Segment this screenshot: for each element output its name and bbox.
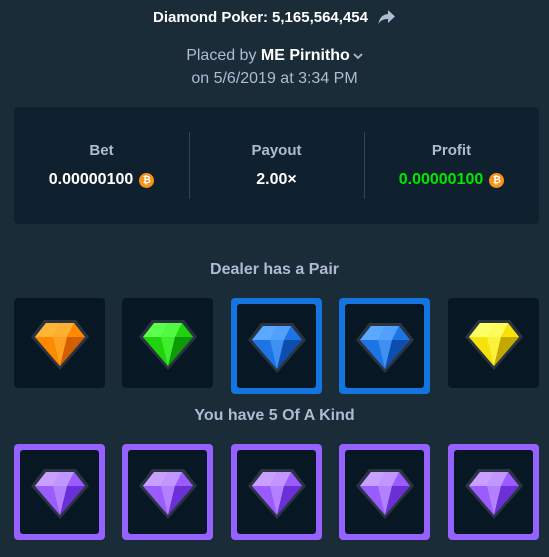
bitcoin-icon: ₿ xyxy=(139,172,155,188)
bet-value: 0.00000100 xyxy=(48,171,134,188)
purple-gem-icon xyxy=(30,469,89,519)
dealer-card-4[interactable] xyxy=(339,298,430,394)
card-inner xyxy=(237,304,316,388)
player-card-1[interactable] xyxy=(14,444,105,540)
dealer-card-2[interactable] xyxy=(122,298,213,388)
purple-gem-icon xyxy=(355,469,414,519)
profit-amount: 0.00000100 ₿ xyxy=(399,171,505,189)
blue-gem-icon xyxy=(355,323,414,373)
dealer-card-3[interactable] xyxy=(231,298,322,394)
blue-gem-icon xyxy=(247,323,306,373)
payout-label: Payout xyxy=(251,142,302,159)
card-inner xyxy=(20,450,99,534)
player-hand-title: You have 5 Of A Kind xyxy=(194,407,355,424)
bet-label: Bet xyxy=(89,142,114,159)
profit-label: Profit xyxy=(431,142,472,159)
share-icon[interactable] xyxy=(378,9,396,25)
bet-id: 5,165,564,454 xyxy=(272,8,368,26)
payout-stat: Payout 2.00× xyxy=(189,107,364,224)
placed-by: Placed by ME Pirnitho xyxy=(0,47,549,65)
player-card-5[interactable] xyxy=(448,444,539,540)
stats-panel: Bet 0.00000100 ₿ Payout 2.00× Profit 0.0… xyxy=(14,107,539,224)
game-name: Diamond Poker: xyxy=(153,8,269,26)
profit-stat: Profit 0.00000100 ₿ xyxy=(364,107,539,224)
bet-stat: Bet 0.00000100 ₿ xyxy=(14,107,189,224)
card-inner xyxy=(345,450,424,534)
player-card-4[interactable] xyxy=(339,444,430,540)
dealer-card-5[interactable] xyxy=(448,298,539,388)
chevron-down-icon[interactable] xyxy=(353,52,363,60)
purple-gem-icon xyxy=(138,469,197,519)
placed-by-prefix: Placed by xyxy=(186,47,257,64)
player-card-3[interactable] xyxy=(231,444,322,540)
user-name-link[interactable]: ME Pirnitho xyxy=(261,47,350,64)
profit-value: 0.00000100 xyxy=(398,171,484,188)
green-gem-icon xyxy=(138,320,197,370)
card-inner xyxy=(345,304,424,388)
player-card-2[interactable] xyxy=(122,444,213,540)
bet-amount: 0.00000100 ₿ xyxy=(49,171,155,189)
orange-gem-icon xyxy=(30,320,89,370)
dealer-hand-title: Dealer has a Pair xyxy=(210,261,339,278)
card-inner xyxy=(128,450,207,534)
card-inner xyxy=(237,450,316,534)
payout-amount: 2.00× xyxy=(256,171,296,189)
purple-gem-icon xyxy=(464,469,523,519)
dealer-card-1[interactable] xyxy=(14,298,105,388)
bet-date: on 5/6/2019 at 3:34 PM xyxy=(191,70,358,87)
purple-gem-icon xyxy=(247,469,306,519)
card-inner xyxy=(454,450,533,534)
bitcoin-icon: ₿ xyxy=(489,172,505,188)
yellow-gem-icon xyxy=(464,320,523,370)
payout-value: 2.00× xyxy=(256,171,297,188)
bet-title: Diamond Poker: 5,165,564,454 xyxy=(0,6,549,28)
